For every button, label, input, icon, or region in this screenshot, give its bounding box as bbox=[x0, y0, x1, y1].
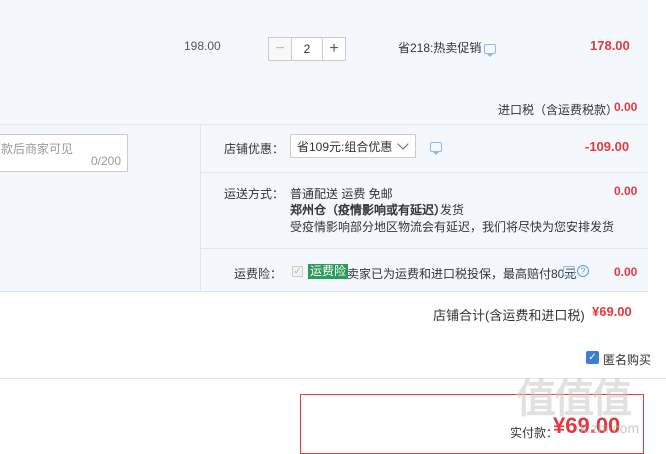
chat-icon[interactable] bbox=[430, 142, 442, 155]
coupon-selected: 省109元:组合优惠 bbox=[297, 139, 393, 154]
shipping-label: 运送方式： bbox=[224, 187, 285, 201]
chat-icon[interactable] bbox=[563, 266, 575, 279]
store-total-value: ¥69.00 bbox=[592, 304, 632, 319]
message-input[interactable]: 款后商家可见 0/200 bbox=[0, 134, 128, 172]
shipping-notice: 受疫情影响部分地区物流会有延迟，我们将尽快为您安排发货 bbox=[290, 220, 615, 234]
unit-price: 198.00 bbox=[184, 39, 221, 53]
increase-quantity-button[interactable]: + bbox=[322, 37, 346, 61]
shipping-dispatch: 发货 bbox=[440, 203, 465, 217]
quantity-input[interactable]: 2 bbox=[292, 37, 322, 61]
message-counter: 0/200 bbox=[90, 154, 121, 168]
watermark-url: k.zhi.com bbox=[580, 420, 640, 436]
decrease-quantity-button[interactable]: − bbox=[268, 37, 292, 61]
promo-text: 省218:热卖促销 bbox=[398, 41, 482, 55]
chat-icon[interactable] bbox=[484, 44, 496, 57]
item-subtotal: 178.00 bbox=[590, 38, 630, 53]
row-divider bbox=[201, 248, 648, 249]
coupon-select[interactable]: 省109元:组合优惠 bbox=[290, 134, 416, 158]
chevron-down-icon bbox=[397, 138, 409, 150]
store-total-label: 店铺合计(含运费和进口税) bbox=[433, 308, 585, 323]
shipping-warehouse: 郑州仓（疫情影响或有延迟） bbox=[290, 203, 447, 217]
coupon-value: -109.00 bbox=[585, 139, 630, 154]
watermark-logo: 值值值 bbox=[516, 377, 632, 421]
anonymous-checkbox[interactable]: ✓ bbox=[586, 351, 599, 364]
message-placeholder: 款后商家可见 bbox=[1, 142, 74, 156]
insurance-text: 卖家已为运费和进口税投保，最高赔付80元 bbox=[347, 267, 577, 281]
shipping-method: 普通配送 运费 免邮 bbox=[290, 187, 393, 201]
import-tax-value: 0.00 bbox=[614, 100, 638, 114]
payment-label: 实付款： bbox=[510, 426, 559, 440]
import-tax-label: 进口税（含运费税款） bbox=[498, 103, 619, 117]
quantity-stepper: − 2 + bbox=[268, 37, 346, 61]
insurance-label: 运费险： bbox=[234, 267, 283, 281]
coupon-label: 店铺优惠： bbox=[224, 142, 285, 156]
insurance-tag: 运费险 bbox=[308, 264, 349, 279]
shipping-value: 0.00 bbox=[614, 184, 638, 198]
column-divider bbox=[200, 124, 201, 290]
insurance-checkbox[interactable]: ✓ bbox=[292, 266, 303, 277]
help-icon[interactable]: ? bbox=[577, 265, 589, 277]
row-divider bbox=[201, 172, 648, 173]
insurance-value: 0.00 bbox=[614, 265, 638, 279]
